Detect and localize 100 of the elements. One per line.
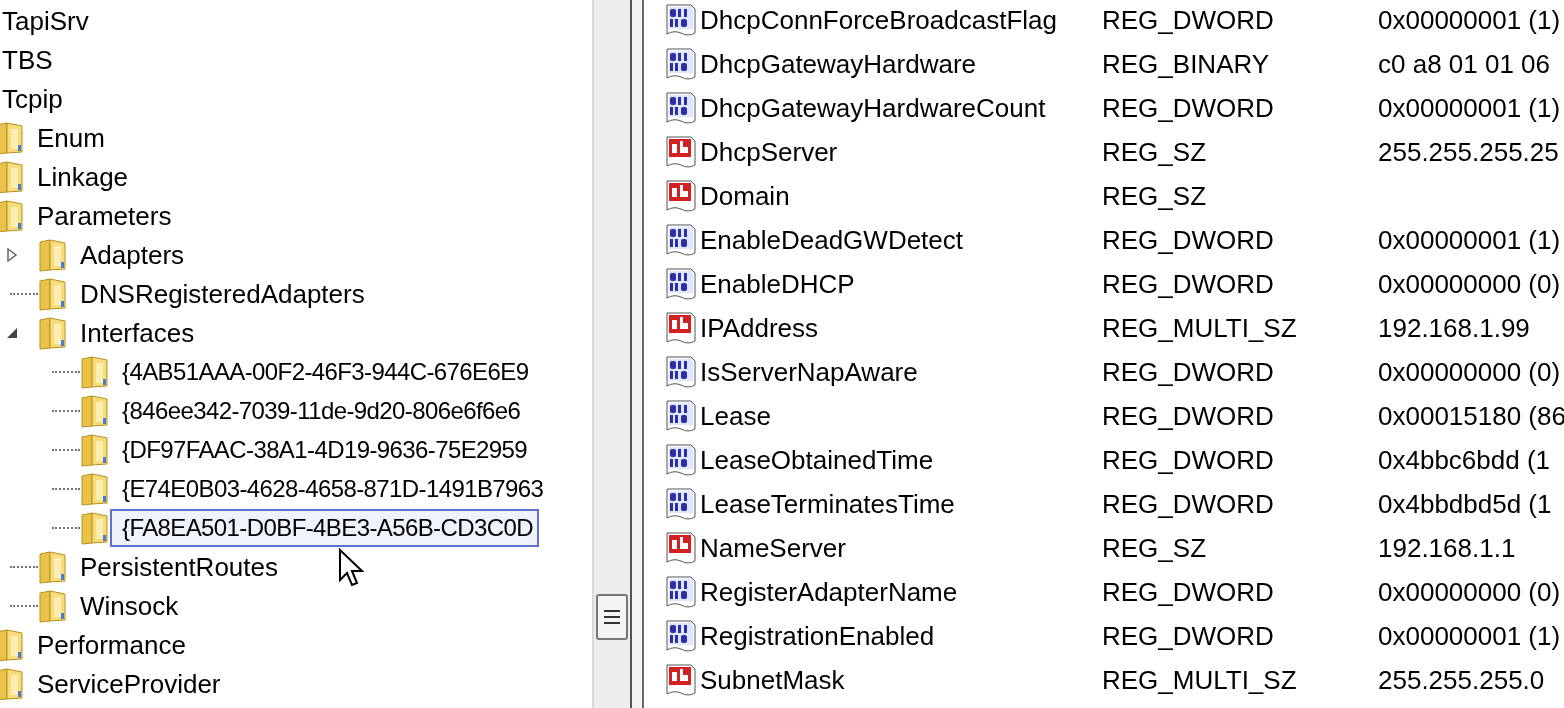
folder-icon	[0, 198, 25, 233]
binary-value-icon	[664, 619, 698, 653]
value-type: REG_DWORD	[1102, 355, 1275, 389]
value-type: REG_SZ	[1102, 179, 1208, 213]
value-name[interactable]: Domain	[700, 176, 1102, 216]
folder-icon	[0, 666, 25, 701]
string-value-icon	[664, 135, 698, 169]
folder-icon	[80, 510, 110, 545]
value-type: REG_DWORD	[1102, 223, 1275, 257]
splitter-bar[interactable]	[630, 0, 642, 708]
string-value-icon	[664, 531, 698, 565]
value-type: REG_DWORD	[1102, 487, 1275, 521]
value-type: REG_SZ	[1102, 135, 1208, 169]
value-type: REG_BINARY	[1102, 47, 1271, 81]
tree-item[interactable]: PersistentRoutes	[68, 546, 284, 587]
tree-item[interactable]: {4AB51AAA-00F2-46F3-944C-676E6E9	[110, 352, 535, 391]
value-name[interactable]: LeaseObtainedTime	[700, 440, 1102, 480]
folder-icon	[38, 315, 68, 350]
tree-item[interactable]: Performance	[25, 624, 192, 665]
value-name[interactable]: IPAddress	[700, 308, 1102, 348]
binary-value-icon	[664, 575, 698, 609]
value-data: 0x00000001 (1)	[1378, 3, 1561, 37]
string-value-icon	[664, 311, 698, 345]
value-data: 0x4bbc6bdd (1	[1378, 443, 1551, 477]
folder-icon	[38, 549, 68, 584]
folder-icon	[80, 432, 110, 467]
tree-item[interactable]: Adapters	[68, 234, 191, 275]
tree-item[interactable]: ServiceProvider	[25, 663, 227, 704]
value-name[interactable]: RegisterAdapterName	[700, 572, 1102, 612]
value-data: 0x00000000 (0)	[1378, 267, 1561, 301]
tree-item[interactable]: Interfaces	[68, 312, 201, 353]
mouse-cursor-icon	[338, 548, 366, 588]
value-name[interactable]: EnableDHCP	[700, 264, 1102, 304]
folder-icon	[80, 393, 110, 428]
value-type: REG_MULTI_SZ	[1102, 311, 1298, 345]
binary-value-icon	[664, 443, 698, 477]
binary-value-icon	[664, 487, 698, 521]
value-data: 0x00000001 (1)	[1378, 91, 1561, 125]
value-data: 0x00000001 (1)	[1378, 223, 1561, 257]
folder-icon	[38, 237, 68, 272]
binary-value-icon	[664, 3, 698, 37]
value-name[interactable]: SubnetMask	[700, 660, 1102, 700]
tree-item[interactable]: TBS	[0, 39, 55, 80]
value-type: REG_DWORD	[1102, 3, 1275, 37]
binary-value-icon	[664, 223, 698, 257]
value-type: REG_DWORD	[1102, 91, 1275, 125]
value-type: REG_DWORD	[1102, 267, 1275, 301]
binary-value-icon	[664, 355, 698, 389]
value-data: 0x00000000 (0)	[1378, 575, 1561, 609]
value-type: REG_DWORD	[1102, 399, 1275, 433]
value-name[interactable]: Lease	[700, 396, 1102, 436]
value-type: REG_MULTI_SZ	[1102, 663, 1298, 697]
value-type: REG_DWORD	[1102, 443, 1275, 477]
value-data: 192.168.1.1	[1378, 531, 1516, 565]
folder-icon	[38, 276, 68, 311]
tree-item[interactable]: {E74E0B03-4628-4658-871D-1491B7963	[110, 469, 550, 508]
tree-item[interactable]: Enum	[25, 117, 111, 158]
tree-item[interactable]: Linkage	[25, 156, 135, 197]
value-data: c0 a8 01 01 06	[1378, 47, 1551, 81]
value-data: 255.255.255.0	[1378, 663, 1545, 697]
tree-item[interactable]: {DF97FAAC-38A1-4D19-9636-75E2959	[110, 430, 534, 469]
value-name[interactable]: DhcpConnForceBroadcastFlag	[700, 0, 1102, 40]
value-name[interactable]: EnableDeadGWDetect	[700, 220, 1102, 260]
grip-icon	[604, 610, 620, 624]
value-type: REG_DWORD	[1102, 575, 1275, 609]
string-value-icon	[664, 663, 698, 697]
scrollbar-thumb[interactable]	[596, 594, 628, 640]
folder-icon	[80, 471, 110, 506]
value-name[interactable]: RegistrationEnabled	[700, 616, 1102, 656]
value-type: REG_SZ	[1102, 531, 1208, 565]
value-data: 255.255.255.25	[1378, 135, 1559, 169]
string-value-icon	[664, 179, 698, 213]
value-name[interactable]: LeaseTerminatesTime	[700, 484, 1102, 524]
value-data: 192.168.1.99	[1378, 311, 1530, 345]
binary-value-icon	[664, 267, 698, 301]
value-name[interactable]: IsServerNapAware	[700, 352, 1102, 392]
folder-icon	[38, 588, 68, 623]
binary-value-icon	[664, 399, 698, 433]
collapsed-arrow-icon[interactable]	[6, 247, 18, 262]
tree-item[interactable]: TapiSrv	[0, 0, 91, 41]
value-type: REG_DWORD	[1102, 619, 1275, 653]
tree-item[interactable]: Parameters	[25, 195, 178, 236]
value-name[interactable]: NameServer	[700, 528, 1102, 568]
value-data: 0x00015180 (86	[1378, 399, 1564, 433]
folder-icon	[0, 159, 25, 194]
value-name[interactable]: DhcpGatewayHardwareCount	[700, 88, 1102, 128]
folder-icon	[0, 627, 25, 662]
value-name[interactable]: DhcpGatewayHardware	[700, 44, 1102, 84]
tree-item[interactable]: Winsock	[68, 585, 185, 626]
value-data: 0x00000001 (1)	[1378, 619, 1561, 653]
binary-value-icon	[664, 91, 698, 125]
tree-item[interactable]: {846ee342-7039-11de-9d20-806e6f6e6	[110, 391, 527, 430]
value-data: 0x4bbdbd5d (1	[1378, 487, 1552, 521]
tree-item[interactable]: {FA8EA501-D0BF-4BE3-A56B-CD3C0D	[110, 508, 539, 547]
tree-item[interactable]: Tcpip	[0, 78, 65, 119]
folder-icon	[80, 354, 110, 389]
value-name[interactable]: DhcpServer	[700, 132, 1102, 172]
tree-item[interactable]: DNSRegisteredAdapters	[68, 273, 371, 314]
value-data: 0x00000000 (0)	[1378, 355, 1561, 389]
binary-value-icon	[664, 47, 698, 81]
